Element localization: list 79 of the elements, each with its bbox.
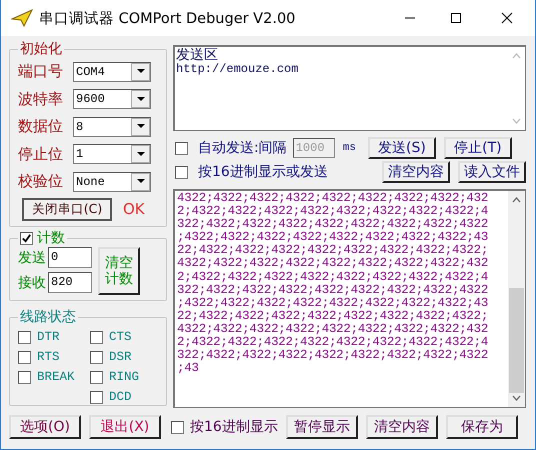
field-label: 数据位 [18,117,64,136]
checkbox[interactable] [175,166,188,178]
signal-label: BREAK [37,370,75,384]
checkbox[interactable] [18,370,31,384]
close-icon [501,12,513,24]
dropdown[interactable]: 9600 [73,89,151,110]
signal-label: RING [109,370,140,384]
group-title: 线路状态 [19,308,77,326]
caret-icon [136,152,144,157]
clear-count-button[interactable]: 清空计数 [98,247,140,295]
field-label: 校验位 [18,172,64,192]
receive-text-line: 2;4322;4322;4322;4322;4322;4322;4322;4322;4 [177,336,490,350]
receive-text-line: 2;4322;4322;4322;4322;4322;4322;4322;4322;4 [177,205,490,218]
window-title: 串口调试器 COMPort Debuger V2.00 [39,10,296,28]
receive-text-line: 322;4322;4322;4322;4322;4322;4322;4322;4322 [177,349,490,362]
checkbox[interactable] [90,390,103,404]
receive-text-line: 22;4322;4322;4322;4322;4322;4322;4322;4322; [177,310,490,323]
caret-icon [136,124,144,130]
scroll-down-icon[interactable] [512,395,521,401]
caret-icon [136,96,144,102]
signal-label: CTS [109,330,132,344]
count-field[interactable]: 820 [48,272,92,293]
field-label: 端口号 [18,62,64,82]
status-text: OK [123,200,145,218]
unit-label: ms [342,142,356,154]
signal-label: DTR [37,330,60,344]
dropdown[interactable]: 8 [73,116,151,137]
hex-send-label: 按16进制显示或发送 [198,163,329,181]
dropdown[interactable]: 1 [73,144,151,164]
send-text-line: 发送区 [176,48,219,63]
paper-plane-icon [11,9,33,27]
checkbox[interactable] [20,232,33,244]
stop-button[interactable]: 停止(T) [444,137,512,159]
clear-content-button[interactable]: 清空内容 [382,161,450,183]
caret-icon [136,69,144,74]
options-button[interactable]: 选项(O) [9,415,81,439]
scroll-up-icon[interactable] [512,197,521,203]
signal-label: RTS [37,350,60,364]
send-button[interactable]: 发送(S) [368,137,436,159]
signal-label: DSR [109,350,132,364]
receive-text-line: ;4322;4322;4322;4322;4322;4322;4322;4322;43 [177,231,490,244]
receive-text-line: 322;4322;4322;4322;4322;4322;4322;4322;4322 [177,218,490,232]
close-port-button[interactable]: 关闭串口(C) [22,198,112,221]
checkbox[interactable] [18,330,31,344]
checkbox[interactable] [90,370,103,384]
receive-text-line: 22;4322;4322;4322;4322;4322;4322;4322;4322; [177,244,490,258]
signal-label: DCD [109,390,132,404]
receive-text-line: 4322;4322;4322;4322;4322;4322;4322;4322;432 [177,322,490,336]
send-text-line: http://emouze.com [176,63,300,76]
checkbox[interactable] [18,350,31,364]
field-label: 停止位 [18,144,64,164]
field-label: 波特率 [18,90,64,109]
receive-text-line: ;43 [177,362,200,376]
receive-text-line: 4322;4322;4322;4322;4322;4322;4322;4322;432 [177,192,490,206]
group-title: 初始化 [19,40,63,58]
exit-button[interactable]: 退出(X) [89,415,161,439]
dropdown[interactable]: None [73,172,151,192]
auto-send-label: 自动发送:间隔 [198,139,287,157]
toolbar-button[interactable]: 保存为 [446,415,518,439]
receive-text-line: 2;4322;4322;4322;4322;4322;4322;4322;4322;4 [177,270,490,284]
load-file-button[interactable]: 读入文件 [458,161,526,183]
dropdown[interactable]: COM4 [73,62,151,82]
group-title: 计数 [37,229,65,247]
toolbar-button[interactable]: 清空内容 [366,415,438,439]
checkbox[interactable] [90,330,103,344]
receive-text-line: 4322;4322;4322;4322;4322;4322;4322;4322;432 [177,257,490,271]
toolbar-button[interactable]: 暂停显示 [286,415,358,439]
field-label: 接收 [18,274,46,292]
receive-text-line: ;4322;4322;4322;4322;4322;4322;4322;4322;43 [177,296,490,310]
hex-display-label: 按16进制显示 [190,418,278,436]
scrollbar-thumb[interactable] [509,288,524,393]
field-label: 发送 [18,248,46,266]
receive-text-line: 322;4322;4322;4322;4322;4322;4322;4322;4322 [177,284,490,297]
count-field[interactable]: 0 [48,247,92,268]
checkbox[interactable] [171,420,184,434]
maximize-icon [450,12,462,24]
receive-text-area[interactable] [173,189,526,408]
checkbox[interactable] [90,350,103,364]
caret-icon [136,179,144,184]
